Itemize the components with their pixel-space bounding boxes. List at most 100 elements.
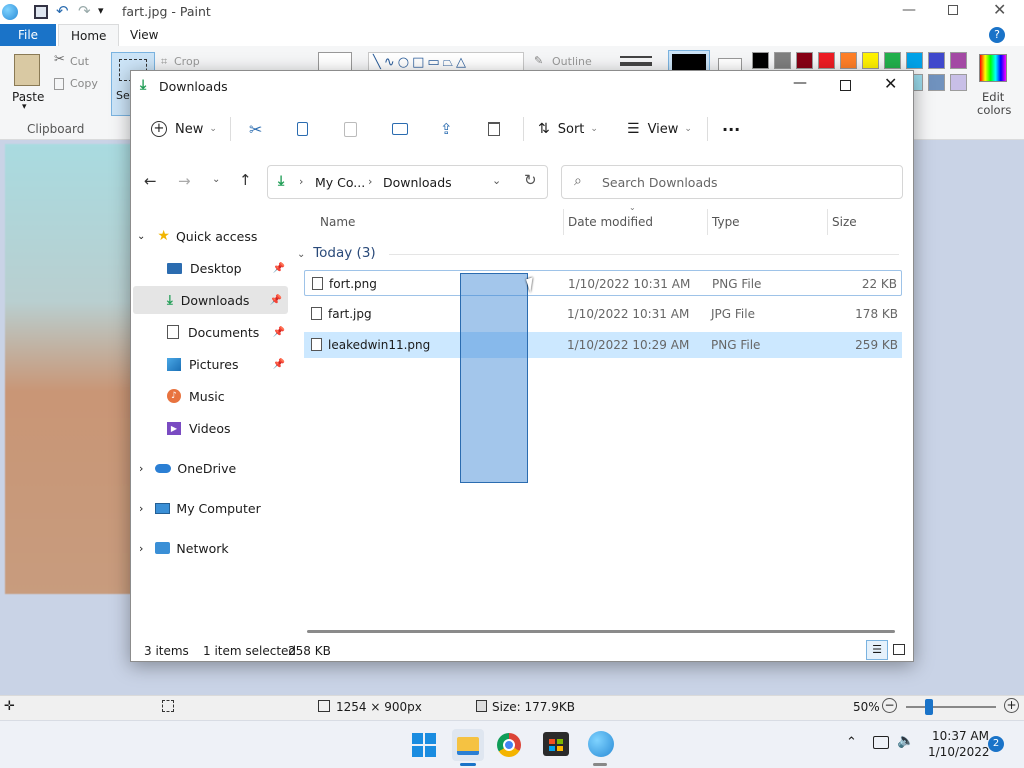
search-box[interactable]: ⌕ Search Downloads [561,165,903,199]
forward-icon[interactable]: → [178,172,191,190]
file-size: 22 KB [861,277,897,291]
color-swatch[interactable] [928,52,945,69]
clock-time[interactable]: 10:37 AM [932,729,989,743]
size-icon[interactable] [620,56,652,66]
column-header-size[interactable]: Size [832,215,857,229]
column-header-type[interactable]: Type [712,215,740,229]
chrome-icon[interactable] [497,733,521,757]
edit-colors-icon[interactable] [979,54,1007,82]
volume-icon[interactable]: 🔈 [897,733,914,749]
zoom-in-icon[interactable]: + [1004,698,1019,713]
undo-icon[interactable]: ↶ [56,2,69,20]
table-row-selected[interactable]: leakedwin11.png 1/10/2022 10:29 AM PNG F… [304,332,902,358]
explorer-maximize-icon[interactable] [840,80,851,91]
tab-view[interactable]: View [118,24,170,46]
store-icon[interactable] [543,732,569,756]
outline-dropdown[interactable]: Outline [552,55,592,68]
nav-onedrive[interactable]: › OneDrive [139,454,289,482]
breadcrumb-current[interactable]: Downloads [383,175,452,190]
file-explorer-icon[interactable] [452,729,484,761]
color-swatch[interactable] [752,52,769,69]
paste-button[interactable]: Paste [12,90,44,104]
copy-icon[interactable] [297,115,308,143]
close-icon[interactable]: ✕ [993,0,1006,19]
address-dropdown-icon[interactable]: ⌄ [492,174,501,187]
quick-access-dropdown-icon[interactable]: ▾ [98,4,104,17]
recent-locations-icon[interactable]: ⌄ [212,174,220,185]
search-icon: ⌕ [574,173,582,189]
save-icon[interactable] [34,5,48,19]
color-swatch[interactable] [950,74,967,91]
table-row[interactable]: fart.jpg 1/10/2022 10:31 AM JPG File 178… [304,301,902,327]
nav-desktop[interactable]: Desktop 📌 [167,254,289,282]
zoom-out-icon[interactable]: − [882,698,897,713]
refresh-icon[interactable]: ↻ [524,171,537,189]
column-header-name[interactable]: Name [320,215,355,229]
file-size: 178 KB [855,307,898,321]
cut-button[interactable]: Cut [70,55,89,68]
crop-button[interactable]: Crop [174,55,200,68]
minimize-icon[interactable]: — [902,2,916,18]
color-swatch[interactable] [818,52,835,69]
paste-chevron-icon[interactable]: ▾ [22,102,27,112]
sort-button[interactable]: ⇅ Sort ⌄ [538,115,598,143]
help-icon[interactable]: ? [989,27,1005,43]
column-header-date[interactable]: Date modified [568,215,653,229]
maximize-icon[interactable] [948,5,958,15]
show-hidden-icons-icon[interactable]: ⌃ [846,735,857,750]
color-swatch[interactable] [950,52,967,69]
delete-icon[interactable] [488,115,500,143]
edit-colors-label-2[interactable]: colors [977,103,1011,117]
color-swatch[interactable] [796,52,813,69]
explorer-minimize-icon[interactable]: — [793,75,807,91]
up-icon[interactable]: ↑ [239,171,252,189]
column-divider [563,209,564,235]
cut-icon: ✂ [54,52,65,67]
edit-colors-label[interactable]: Edit [982,90,1004,104]
explorer-close-icon[interactable]: ✕ [884,74,897,93]
breadcrumb-root[interactable]: My Co... [315,175,365,190]
clock-date[interactable]: 1/10/2022 [928,745,990,759]
nav-pictures[interactable]: Pictures 📌 [167,350,287,378]
details-view-icon[interactable]: ☰ [866,640,888,660]
view-button[interactable]: ☰ View ⌄ [627,115,692,143]
color-swatch[interactable] [928,74,945,91]
start-icon[interactable] [408,729,440,761]
nav-network[interactable]: › Network [139,534,289,562]
group-header[interactable]: ⌄ Today (3) [297,245,901,265]
color-swatch[interactable] [840,52,857,69]
clipboard-group-label: Clipboard [27,122,85,136]
address-bar[interactable]: ⤓ › My Co... › Downloads ⌄ ↻ [267,165,548,199]
nav-downloads[interactable]: ⤓ Downloads 📌 [133,286,288,314]
rename-icon[interactable] [392,115,408,143]
share-icon[interactable]: ⇪ [440,115,453,143]
nav-music[interactable]: ♪ Music [167,382,287,410]
nav-my-computer[interactable]: › My Computer [139,494,289,522]
paint-canvas-image[interactable] [5,144,135,594]
network-tray-icon[interactable] [873,736,889,749]
color-swatch[interactable] [884,52,901,69]
file-size: Size: 177.9KB [492,700,575,714]
nav-documents[interactable]: Documents 📌 [167,318,287,346]
nav-videos[interactable]: ▶ Videos [167,414,287,442]
redo-icon[interactable]: ↷ [78,2,91,20]
zoom-slider[interactable] [906,706,996,708]
nav-quick-access[interactable]: ⌄ ★ Quick access [137,222,287,250]
paint-taskbar-icon[interactable] [588,731,614,757]
tiles-view-icon[interactable] [893,644,905,655]
copy-button[interactable]: Copy [70,77,98,90]
cut-icon[interactable]: ✂ [249,115,262,143]
color-swatch[interactable] [906,52,923,69]
new-button[interactable]: + New ⌄ [151,115,217,143]
tab-file[interactable]: File [0,24,56,46]
color-swatch[interactable] [862,52,879,69]
horizontal-scrollbar[interactable] [307,630,895,633]
color-swatch[interactable] [774,52,791,69]
tab-home[interactable]: Home [58,24,120,46]
more-options-button[interactable]: ··· [722,115,740,143]
table-row[interactable]: fort.png 1/10/2022 10:31 AM PNG File 22 … [304,270,902,296]
zoom-slider-thumb[interactable] [925,699,933,715]
notification-badge[interactable]: 2 [988,736,1004,752]
paste-icon[interactable] [14,54,40,86]
back-icon[interactable]: ← [144,172,157,190]
